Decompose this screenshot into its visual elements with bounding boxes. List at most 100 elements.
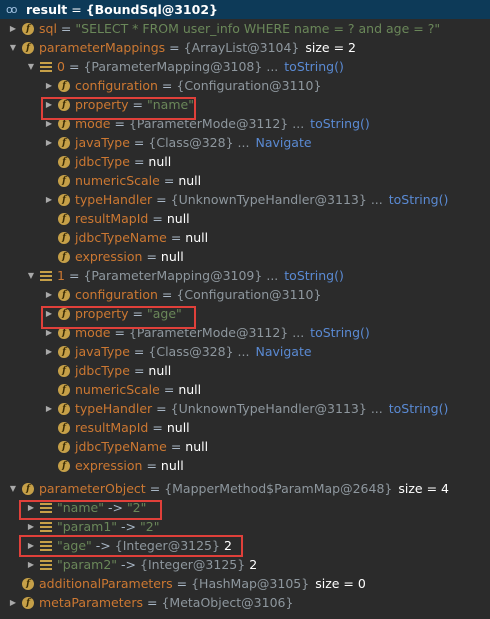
field-icon: f	[58, 288, 70, 301]
field-icon: f	[58, 193, 70, 206]
equals: =	[149, 481, 161, 496]
entry-value: "2"	[140, 519, 160, 534]
expand-arrow-icon[interactable]: ▶	[8, 593, 18, 612]
expand-arrow-icon[interactable]: ▶	[44, 133, 54, 152]
navigate-link[interactable]: Navigate	[255, 135, 311, 150]
field-name: configuration	[75, 78, 158, 93]
expand-arrow-icon[interactable]: ▶	[26, 536, 36, 555]
tostring-link[interactable]: toString()	[310, 116, 370, 131]
field-value: null	[160, 249, 184, 264]
equals: =	[132, 306, 143, 321]
collapse-arrow-icon[interactable]: ▼	[8, 479, 18, 498]
field-name: jdbcType	[75, 363, 130, 378]
entry-extra: 2	[249, 557, 258, 572]
field-value: {MapperMethod$ParamMap@2648}	[164, 481, 393, 496]
expand-arrow-icon[interactable]: ▶	[26, 555, 36, 574]
tree-row-numeric-scale[interactable]: f numericScale = null	[0, 171, 490, 190]
field-icon: f	[58, 98, 70, 111]
collapse-arrow-icon[interactable]: ▼	[26, 57, 36, 76]
tree-root-row[interactable]: oo result = {BoundSql@3102}	[0, 0, 490, 19]
field-icon: f	[58, 459, 70, 472]
tree-row-jdbc-type[interactable]: f jdbcType = null	[0, 361, 490, 380]
tree-row-jdbc-type-name[interactable]: f jdbcTypeName = null	[0, 437, 490, 456]
tree-row-mapping-1[interactable]: ▼ 1 = {ParameterMapping@3109} ... toStri…	[0, 266, 490, 285]
tree-row-jdbc-type-name[interactable]: f jdbcTypeName = null	[0, 228, 490, 247]
tostring-link[interactable]: toString()	[310, 325, 370, 340]
collapse-arrow-icon[interactable]: ▼	[8, 38, 18, 57]
tree-row-java-type[interactable]: ▶ f javaType = {Class@328} ... Navigate	[0, 342, 490, 361]
equals: =	[163, 173, 175, 188]
expand-arrow-icon[interactable]: ▶	[44, 342, 54, 361]
field-value: {ParameterMode@3112}	[128, 116, 289, 131]
tree-row-mode[interactable]: ▶ f mode = {ParameterMode@3112} ... toSt…	[0, 114, 490, 133]
tree-row-parameter-object[interactable]: ▼ f parameterObject = {MapperMethod$Para…	[0, 479, 490, 498]
entry-value: {Integer@3125}	[114, 538, 220, 553]
expand-arrow-icon[interactable]: ▶	[26, 517, 36, 536]
tree-row-jdbc-type[interactable]: f jdbcType = null	[0, 152, 490, 171]
expand-arrow-icon[interactable]: ▶	[44, 76, 54, 95]
field-icon: f	[58, 345, 70, 358]
tree-row-map-entry[interactable]: ▶ "name" -> "2"	[0, 498, 490, 517]
collapse-arrow-icon[interactable]: ▼	[26, 266, 36, 285]
tree-row-property[interactable]: ▶ f property = "age"	[0, 304, 490, 323]
field-value: {Configuration@3110}	[176, 287, 322, 302]
tree-row-expression[interactable]: f expression = null	[0, 247, 490, 266]
map-entry-icon	[40, 521, 52, 533]
watch-icon: oo	[6, 3, 17, 16]
tree-row-result-map-id[interactable]: f resultMapId = null	[0, 418, 490, 437]
expand-arrow-icon[interactable]: ▶	[44, 95, 54, 114]
expand-arrow-icon[interactable]: ▶	[44, 323, 54, 342]
tree-row-mode[interactable]: ▶ f mode = {ParameterMode@3112} ... toSt…	[0, 323, 490, 342]
tree-row-numeric-scale[interactable]: f numericScale = null	[0, 380, 490, 399]
entry-value: {Integer@3125}	[140, 557, 246, 572]
tostring-link[interactable]: toString()	[389, 192, 449, 207]
tree-row-java-type[interactable]: ▶ f javaType = {Class@328} ... Navigate	[0, 133, 490, 152]
tree-row-map-entry[interactable]: ▶ "param1" -> "2"	[0, 517, 490, 536]
field-name: jdbcTypeName	[75, 439, 167, 454]
tree-row-parameter-mappings[interactable]: ▼ f parameterMappings = {ArrayList@3104}…	[0, 38, 490, 57]
equals: =	[133, 363, 145, 378]
field-icon: f	[58, 231, 70, 244]
expand-arrow-icon[interactable]: ▶	[8, 19, 18, 38]
field-icon: f	[58, 326, 70, 339]
tree-row-additional-parameters[interactable]: f additionalParameters = {HashMap@3105} …	[0, 574, 490, 593]
entry-extra: 2	[223, 538, 232, 553]
ellipsis: ...	[237, 344, 250, 359]
expand-arrow-icon[interactable]: ▶	[44, 190, 54, 209]
tree-row-configuration[interactable]: ▶ f configuration = {Configuration@3110}	[0, 285, 490, 304]
tostring-link[interactable]: toString()	[389, 401, 449, 416]
element-value: {ParameterMapping@3108}	[83, 59, 263, 74]
field-icon: f	[58, 440, 70, 453]
tree-row-map-entry[interactable]: ▶ "age" -> {Integer@3125} 2	[0, 536, 490, 555]
expand-arrow-icon[interactable]: ▶	[44, 114, 54, 133]
tree-row-sql[interactable]: ▶ f sql = "SELECT * FROM user_info WHERE…	[0, 19, 490, 38]
tree-row-expression[interactable]: f expression = null	[0, 456, 490, 475]
tostring-link[interactable]: toString()	[284, 59, 344, 74]
field-icon: f	[58, 117, 70, 130]
equals: =	[156, 401, 167, 416]
field-icon: f	[58, 307, 70, 320]
tree-row-map-entry[interactable]: ▶ "param2" -> {Integer@3125} 2	[0, 555, 490, 574]
expand-arrow-icon[interactable]: ▶	[44, 304, 54, 323]
tree-row-mapping-0[interactable]: ▼ 0 = {ParameterMapping@3108} ... toStri…	[0, 57, 490, 76]
navigate-link[interactable]: Navigate	[255, 344, 311, 359]
field-name: expression	[75, 249, 143, 264]
tree-row-meta-parameters[interactable]: ▶ f metaParameters = {MetaObject@3106}	[0, 593, 490, 612]
equals: =	[133, 135, 145, 150]
tree-row-configuration[interactable]: ▶ f configuration = {Configuration@3110}	[0, 76, 490, 95]
expand-arrow-icon[interactable]: ▶	[26, 498, 36, 517]
map-entry-icon	[40, 502, 52, 514]
tree-row-type-handler[interactable]: ▶ f typeHandler = {UnknownTypeHandler@31…	[0, 399, 490, 418]
field-value: {Class@328}	[148, 135, 234, 150]
entry-arrow: ->	[121, 557, 137, 572]
entry-key: "age"	[57, 538, 92, 553]
tree-row-result-map-id[interactable]: f resultMapId = null	[0, 209, 490, 228]
tostring-link[interactable]: toString()	[284, 268, 344, 283]
tree-row-property[interactable]: ▶ f property = "name"	[0, 95, 490, 114]
field-value: null	[148, 363, 172, 378]
expand-arrow-icon[interactable]: ▶	[44, 285, 54, 304]
equals: =	[169, 40, 180, 55]
tree-row-type-handler[interactable]: ▶ f typeHandler = {UnknownTypeHandler@31…	[0, 190, 490, 209]
expand-arrow-icon[interactable]: ▶	[44, 399, 54, 418]
entry-key: "name"	[57, 500, 104, 515]
